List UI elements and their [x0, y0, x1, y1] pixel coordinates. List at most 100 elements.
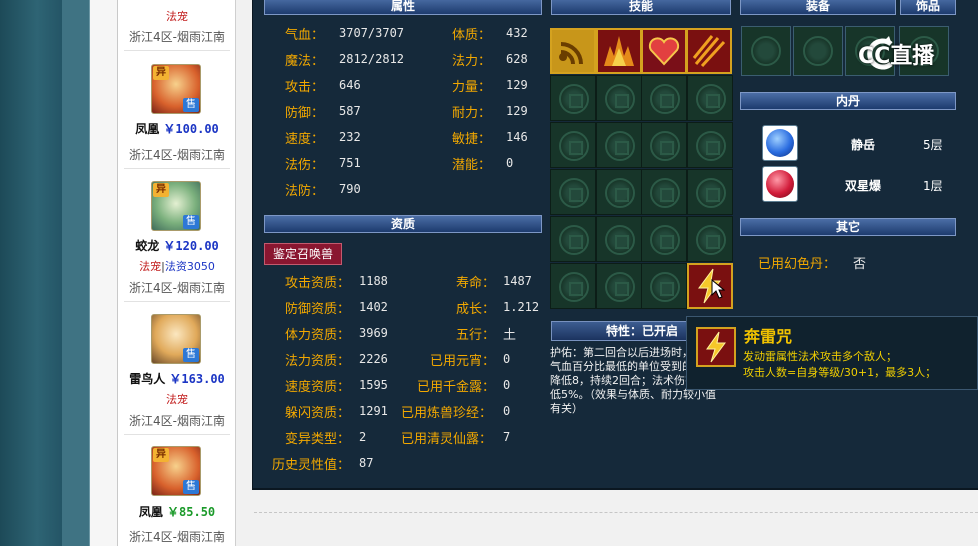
- empty-skill-slot[interactable]: [687, 75, 733, 121]
- page-left-border: [62, 0, 90, 546]
- divider: [124, 301, 230, 302]
- pet-avatar[interactable]: 异 售: [151, 446, 201, 496]
- list-item-tag: 法宠: [166, 10, 188, 23]
- inner-pill-icon[interactable]: [762, 166, 798, 202]
- claw-skill-icon: [688, 30, 730, 72]
- list-item-title[interactable]: 蛟龙 ￥120.00: [118, 237, 236, 254]
- tag-magic-aptitude: 法资3050: [164, 260, 215, 273]
- empty-skill-slot[interactable]: [687, 122, 733, 168]
- aptitude-header: 资质: [264, 215, 542, 233]
- pet-name[interactable]: 蛟龙: [135, 239, 159, 253]
- empty-skill-slot[interactable]: [550, 75, 596, 121]
- empty-slot-icon: [650, 84, 680, 114]
- empty-skill-slot[interactable]: [641, 263, 687, 309]
- stat-label: 潜能：: [452, 158, 492, 173]
- empty-skill-slot[interactable]: [687, 169, 733, 215]
- empty-slot-icon: [605, 225, 635, 255]
- empty-slot-icon: [650, 178, 680, 208]
- aptitude-label: 成长：: [456, 302, 496, 317]
- pet-listing-column: 法宠 浙江4区-烟雨江南 异 售 凤凰 ￥100.00 浙江4区-烟雨江南 异 …: [118, 0, 236, 546]
- empty-skill-slot[interactable]: [550, 263, 596, 309]
- aptitude-value: 1487: [503, 274, 532, 288]
- empty-skill-slot[interactable]: [641, 122, 687, 168]
- inner-pill-icon[interactable]: [762, 125, 798, 161]
- pet-price: ￥120.00: [163, 239, 219, 253]
- heart-skill-icon: [643, 30, 685, 72]
- list-item-title[interactable]: 凤凰 ￥85.50: [118, 503, 236, 520]
- sell-badge: 售: [183, 348, 199, 362]
- empty-skill-slot[interactable]: [596, 216, 642, 262]
- aptitude-value: 0: [503, 404, 511, 418]
- stat-value: 751: [339, 156, 361, 170]
- aptitude-label: 体力资质：: [285, 328, 351, 343]
- empty-slot-icon: [751, 36, 781, 66]
- empty-skill-slot[interactable]: [687, 216, 733, 262]
- aptitude-value: 0: [503, 352, 511, 366]
- other-header: 其它: [740, 218, 956, 236]
- aptitude-label: 速度资质：: [285, 380, 351, 395]
- empty-skill-slot[interactable]: [641, 169, 687, 215]
- empty-skill-slot[interactable]: [596, 122, 642, 168]
- empty-skill-slot[interactable]: [596, 75, 642, 121]
- tooltip-title: 奔雷咒: [744, 327, 793, 346]
- empty-skill-slot[interactable]: [641, 216, 687, 262]
- skill-slot-2[interactable]: [596, 28, 642, 74]
- aptitude-label: 攻击资质：: [285, 276, 351, 291]
- aptitude-value: 土: [503, 328, 517, 343]
- skill-slot-3[interactable]: [641, 28, 687, 74]
- list-item-server: 浙江4区-烟雨江南: [129, 30, 225, 44]
- divider: [124, 434, 230, 435]
- pet-price: ￥100.00: [163, 122, 219, 136]
- stat-value: 2812/2812: [339, 52, 405, 66]
- cc-watermark-text: CC直播: [858, 44, 935, 69]
- sell-badge: 售: [183, 480, 199, 494]
- empty-skill-slot[interactable]: [550, 216, 596, 262]
- list-item-tag: 法宠: [166, 393, 188, 406]
- stat-value: 790: [339, 182, 361, 196]
- skills-header: 技能: [551, 0, 731, 15]
- aptitude-value: 2226: [359, 352, 388, 366]
- inner-pill-level: 5层: [923, 138, 943, 152]
- empty-slot-icon: [650, 131, 680, 161]
- trait-line: 有关）: [550, 402, 583, 415]
- page-bottom-area: [236, 490, 978, 546]
- skill-slot-4[interactable]: [686, 28, 732, 74]
- stat-value: 587: [339, 104, 361, 118]
- inner-pill-header: 内丹: [740, 92, 956, 110]
- empty-slot-icon: [559, 84, 589, 114]
- empty-skill-slot[interactable]: [550, 122, 596, 168]
- pet-price: ￥85.50: [167, 505, 216, 519]
- skill-slot-1[interactable]: [550, 28, 596, 74]
- empty-slot-icon: [696, 178, 726, 208]
- pet-avatar[interactable]: 售: [151, 314, 201, 364]
- pet-avatar[interactable]: 异 售: [151, 181, 201, 231]
- inner-pill-name: 静岳: [851, 138, 876, 152]
- empty-skill-slot[interactable]: [641, 75, 687, 121]
- empty-slot-icon: [559, 131, 589, 161]
- stat-label: 法伤：: [285, 158, 325, 173]
- empty-skill-slot[interactable]: [596, 263, 642, 309]
- list-item-title[interactable]: 雷鸟人 ￥163.00: [118, 370, 236, 387]
- pet-avatar[interactable]: 异 售: [151, 64, 201, 114]
- identify-pet-button[interactable]: 鉴定召唤兽: [264, 243, 342, 265]
- divider: [254, 512, 978, 513]
- other-label: 已用幻色丹：: [758, 257, 837, 272]
- pet-name[interactable]: 雷鸟人: [129, 372, 165, 386]
- empty-slot-icon: [650, 225, 680, 255]
- aptitude-value: 87: [359, 456, 374, 470]
- divider: [124, 168, 230, 169]
- aptitude-label: 法力资质：: [285, 354, 351, 369]
- aptitude-label: 躲闪资质：: [285, 406, 351, 421]
- pet-name[interactable]: 凤凰: [139, 505, 163, 519]
- empty-skill-slot[interactable]: [596, 169, 642, 215]
- aptitude-label: 已用清灵仙露：: [401, 432, 493, 447]
- lightning-icon: [698, 329, 734, 365]
- stat-label: 气血：: [285, 28, 325, 43]
- list-item-title[interactable]: 凤凰 ￥100.00: [118, 120, 236, 137]
- pet-name[interactable]: 凤凰: [135, 122, 159, 136]
- skill-slot-lightning[interactable]: [687, 263, 733, 309]
- empty-skill-slot[interactable]: [550, 169, 596, 215]
- aptitude-value: 0: [503, 378, 511, 392]
- empty-slot-icon: [696, 131, 726, 161]
- equipment-slot-1[interactable]: [741, 26, 791, 76]
